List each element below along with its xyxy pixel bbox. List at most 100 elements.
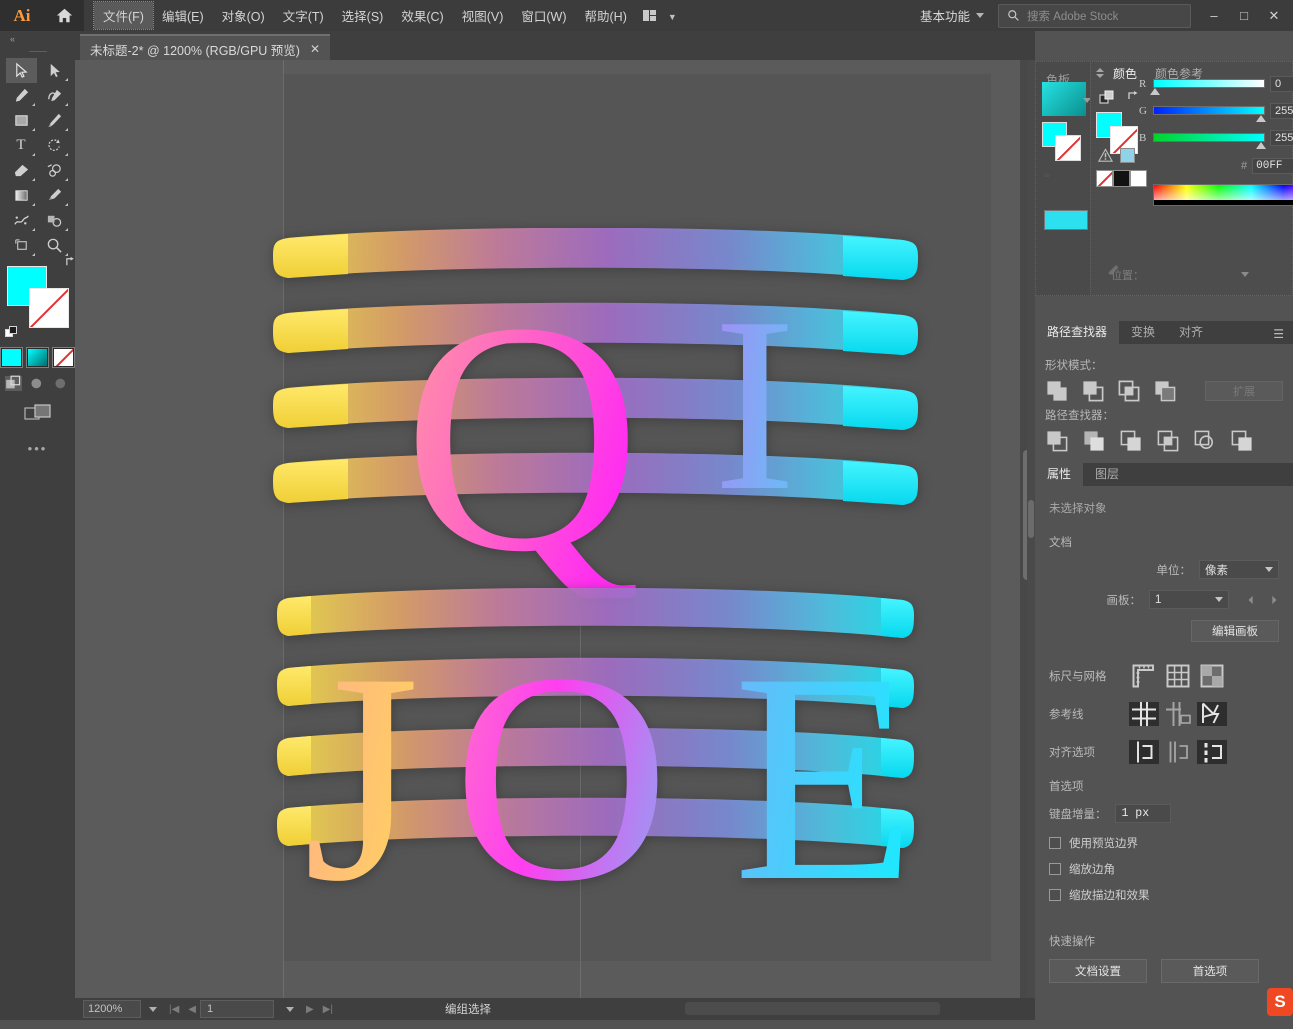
panel-dock-resize-handle[interactable] <box>1027 60 1035 998</box>
divide-button[interactable] <box>1045 430 1069 452</box>
slider-value-r[interactable]: 0 <box>1270 76 1293 92</box>
menu-item-object[interactable]: 对象(O) <box>213 2 274 29</box>
color-spectrum-ramp[interactable] <box>1153 184 1293 206</box>
artboard-number-field[interactable]: 1 <box>200 1000 274 1018</box>
pen-tool[interactable] <box>6 83 37 108</box>
type-tool[interactable]: T <box>6 133 37 158</box>
show-transparency-grid-icon[interactable] <box>1197 664 1227 688</box>
swatches-panel[interactable]: 色板 ▫▫ <box>1035 61 1095 296</box>
menu-item-help[interactable]: 帮助(H) <box>576 2 636 29</box>
toolbar-grip[interactable] <box>0 47 75 56</box>
none-mode-button[interactable] <box>52 347 75 368</box>
smart-guides-icon[interactable] <box>1197 702 1227 726</box>
slider-knob-g[interactable] <box>1256 115 1266 122</box>
show-rulers-icon[interactable] <box>1129 664 1159 688</box>
merge-button[interactable] <box>1119 430 1143 452</box>
tab-pathfinder[interactable]: 路径查找器 <box>1035 318 1120 344</box>
artboard-select[interactable]: 1 <box>1149 590 1229 609</box>
eyedropper-tool[interactable] <box>39 183 70 208</box>
tab-properties[interactable]: 属性 <box>1035 460 1084 486</box>
slider-value-b[interactable]: 255 <box>1270 130 1293 146</box>
draw-behind-icon[interactable] <box>29 376 46 391</box>
web-safe-swatch[interactable] <box>1120 148 1135 163</box>
shape-builder-tool[interactable] <box>39 208 70 233</box>
chevron-down-icon[interactable] <box>149 1006 157 1012</box>
close-icon[interactable]: ✕ <box>310 42 320 56</box>
menu-item-select[interactable]: 选择(S) <box>333 2 393 29</box>
last-artboard-icon[interactable]: ▶| <box>323 1004 333 1015</box>
symbol-sprayer-tool[interactable] <box>6 208 37 233</box>
properties-panel[interactable]: 属性 图层 未选择对象 文档 单位： 像素 画板： 1 编辑画板 标尺与网格 参… <box>1035 460 1293 1029</box>
swatches-fill-stroke[interactable] <box>1042 122 1082 162</box>
zoom-tool[interactable] <box>39 233 70 258</box>
slider-value-g[interactable]: 255 <box>1270 103 1293 119</box>
document-layout-caret[interactable]: ▼ <box>664 7 681 25</box>
show-guides-icon[interactable] <box>1129 702 1159 726</box>
toolbar-more-button[interactable]: ••• <box>0 441 75 456</box>
stroke-swatch[interactable] <box>1055 135 1081 161</box>
rotate-tool[interactable] <box>39 133 70 158</box>
document-tab[interactable]: 未标题-2* @ 1200% (RGB/GPU 预览) ✕ <box>80 34 331 62</box>
checkbox-scale-strokes-effects[interactable]: 缩放描边和效果 <box>1049 887 1279 903</box>
maximize-button[interactable]: □ <box>1229 0 1259 31</box>
menu-item-window[interactable]: 窗口(W) <box>512 2 575 29</box>
document-layout-icon[interactable] <box>636 0 664 31</box>
draw-normal-icon[interactable] <box>5 375 22 391</box>
color-mode-button[interactable] <box>0 347 23 368</box>
black-swatch[interactable] <box>1113 170 1130 187</box>
keyboard-increment-input[interactable]: 1 px <box>1114 804 1171 823</box>
default-fill-stroke-icon[interactable] <box>4 326 19 340</box>
workspace-switcher[interactable]: 基本功能 <box>912 3 992 28</box>
exclude-button[interactable] <box>1153 380 1177 402</box>
pathfinder-panel[interactable]: 路径查找器 变换 对齐 ☰ 形状模式： 扩展 路径查找器： <box>1035 318 1293 467</box>
artboard-tool[interactable] <box>6 233 37 258</box>
fill-stroke-toggle-icon[interactable] <box>1099 90 1115 106</box>
artwork-bottom-group[interactable]: J O E <box>203 588 921 938</box>
out-of-gamut-warning[interactable] <box>1098 148 1135 163</box>
show-grid-icon[interactable] <box>1163 664 1193 688</box>
search-input[interactable]: 搜索 Adobe Stock <box>998 3 1191 28</box>
home-icon[interactable] <box>44 0 84 31</box>
checkbox-box[interactable] <box>1049 889 1061 901</box>
minus-back-button[interactable] <box>1230 430 1254 452</box>
prev-artboard-icon[interactable]: ◀ <box>188 1004 196 1015</box>
direct-selection-tool[interactable] <box>39 58 70 83</box>
draw-inside-icon[interactable] <box>53 376 70 391</box>
stroke-swatch[interactable] <box>28 288 69 328</box>
rectangle-tool[interactable] <box>6 108 37 133</box>
edit-artboards-button[interactable]: 编辑画板 <box>1191 620 1279 642</box>
artwork-top-group[interactable]: Q I <box>203 228 921 598</box>
chevron-down-icon[interactable] <box>1241 272 1249 277</box>
selection-tool[interactable] <box>5 58 37 83</box>
checkbox-use-preview-bounds[interactable]: 使用预览边界 <box>1049 835 1279 851</box>
intersect-button[interactable] <box>1117 380 1141 402</box>
hamburger-icon[interactable]: ☰ <box>1264 328 1293 344</box>
slider-track-g[interactable]: 255 <box>1153 103 1293 122</box>
document-setup-button[interactable]: 文档设置 <box>1049 959 1147 983</box>
slider-track-r[interactable]: 0 <box>1150 76 1293 95</box>
menu-item-view[interactable]: 视图(V) <box>453 2 513 29</box>
gradient-swatch-preview[interactable] <box>1042 82 1086 116</box>
crop-button[interactable] <box>1156 430 1180 452</box>
checkbox-box[interactable] <box>1049 863 1061 875</box>
preferences-button[interactable]: 首选项 <box>1161 959 1259 983</box>
zoom-control[interactable]: 1200% <box>83 1000 165 1018</box>
align-to-selection-icon[interactable] <box>1129 740 1159 764</box>
width-tool[interactable] <box>39 158 70 183</box>
slider-track-b[interactable]: 255 <box>1153 130 1293 149</box>
unite-button[interactable] <box>1045 380 1069 402</box>
align-to-key-object-icon[interactable] <box>1163 740 1193 764</box>
units-select[interactable]: 像素 <box>1199 560 1279 579</box>
zoom-level-value[interactable]: 1200% <box>83 1000 141 1018</box>
checkbox-box[interactable] <box>1049 837 1061 849</box>
swatch-item-cyan[interactable] <box>1044 210 1088 230</box>
toolbar-collapse-button[interactable]: « <box>0 31 75 47</box>
panel-grip-icon[interactable] <box>1095 67 1104 80</box>
paintbrush-tool[interactable] <box>39 108 70 133</box>
slider-knob-r[interactable] <box>1150 88 1160 95</box>
menu-item-effect[interactable]: 效果(C) <box>392 2 452 29</box>
gradient-tool[interactable] <box>6 183 37 208</box>
lock-guides-icon[interactable] <box>1163 702 1193 726</box>
chevron-down-icon[interactable] <box>286 1006 294 1012</box>
screen-mode-button[interactable] <box>0 403 75 423</box>
